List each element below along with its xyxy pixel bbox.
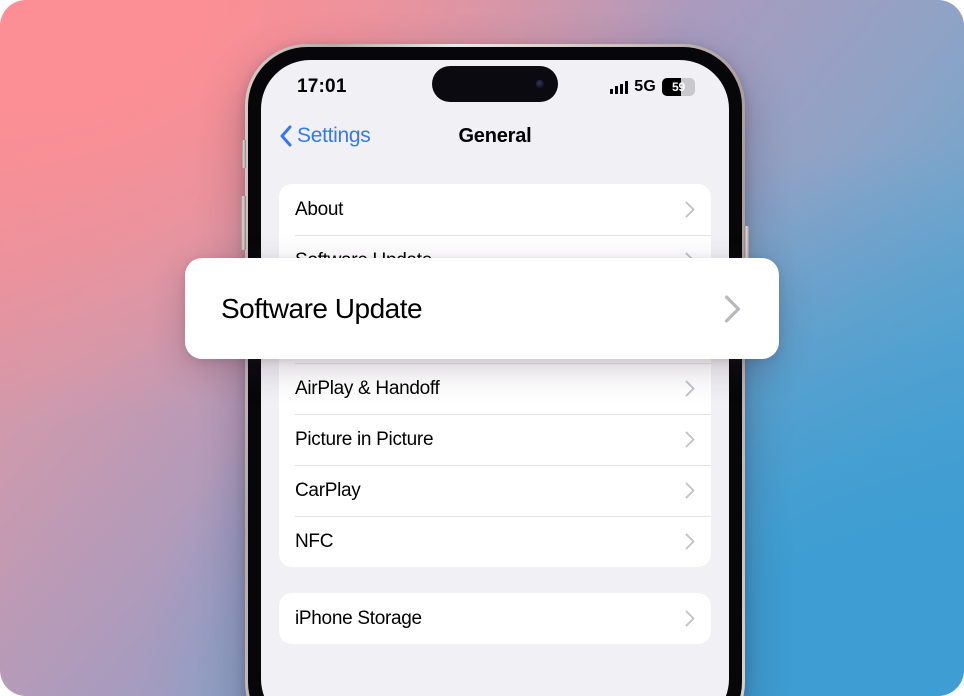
status-bar: 17:01 5G 59 bbox=[261, 60, 729, 114]
chevron-left-icon bbox=[280, 125, 292, 147]
chevron-right-icon bbox=[685, 431, 695, 448]
settings-row-label: iPhone Storage bbox=[295, 607, 422, 629]
silence-switch[interactable] bbox=[242, 140, 246, 168]
chevron-right-icon bbox=[724, 294, 741, 323]
front-camera-dot-icon bbox=[536, 80, 544, 88]
settings-row-label: About bbox=[295, 198, 344, 220]
status-time: 17:01 bbox=[297, 76, 347, 97]
software-update-label: Software Update bbox=[221, 292, 423, 324]
phone-bezel: 17:01 5G 59 Settings General About AirPl… bbox=[248, 47, 742, 696]
back-button-label: Settings bbox=[297, 124, 371, 147]
status-indicators: 5G 59 bbox=[610, 78, 695, 96]
settings-row-label: AirPlay & Handoff bbox=[295, 377, 440, 399]
chevron-right-icon bbox=[685, 380, 695, 397]
volume-up-button[interactable] bbox=[241, 196, 246, 250]
navigation-bar: Settings General bbox=[261, 114, 729, 158]
chevron-right-icon bbox=[685, 201, 695, 218]
chevron-right-icon bbox=[685, 482, 695, 499]
settings-row[interactable]: About bbox=[279, 184, 711, 235]
settings-group: iPhone Storage bbox=[279, 593, 711, 644]
settings-row[interactable]: CarPlay bbox=[279, 465, 711, 516]
settings-row[interactable]: iPhone Storage bbox=[279, 593, 711, 644]
settings-row-label: Picture in Picture bbox=[295, 428, 434, 450]
battery-level-label: 59 bbox=[672, 80, 685, 94]
phone-screen: 17:01 5G 59 Settings General About AirPl… bbox=[261, 60, 729, 696]
settings-row-label: CarPlay bbox=[295, 479, 361, 501]
dynamic-island bbox=[432, 66, 558, 102]
iphone-device: 17:01 5G 59 Settings General About AirPl… bbox=[241, 44, 749, 696]
chevron-right-icon bbox=[685, 533, 695, 550]
settings-row[interactable]: NFC bbox=[279, 516, 711, 567]
settings-row-label: NFC bbox=[295, 530, 334, 552]
chevron-right-icon bbox=[685, 610, 695, 627]
back-button[interactable]: Settings bbox=[279, 124, 371, 148]
settings-row[interactable]: AirPlay & Handoff bbox=[279, 363, 711, 414]
cellular-signal-icon bbox=[610, 80, 629, 94]
software-update-magnified-callout[interactable]: Software Update bbox=[185, 258, 779, 359]
settings-row[interactable]: Picture in Picture bbox=[279, 414, 711, 465]
settings-list[interactable]: AboutSoftware UpdateAirDropAirPlay & Han… bbox=[261, 158, 729, 644]
network-type-label: 5G bbox=[634, 78, 656, 95]
battery-indicator: 59 bbox=[662, 78, 695, 96]
background-gradient: 17:01 5G 59 Settings General About AirPl… bbox=[0, 0, 964, 696]
